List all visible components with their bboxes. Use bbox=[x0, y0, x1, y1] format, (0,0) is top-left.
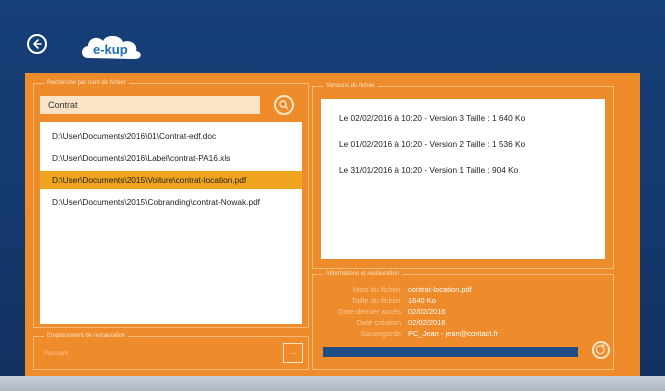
version-item[interactable]: Le 31/01/2016 à 10:20 - Version 1 Taille… bbox=[339, 165, 518, 175]
restore-button[interactable] bbox=[592, 341, 610, 359]
refresh-icon bbox=[595, 343, 605, 355]
info-label: Sauvegarde bbox=[360, 329, 401, 338]
list-item-selected[interactable]: D:\User\Documents\2015\Voiture\contrat-l… bbox=[40, 171, 302, 189]
version-item[interactable]: Le 02/02/2016 à 10:20 - Version 3 Taille… bbox=[339, 113, 525, 123]
version-item[interactable]: Le 01/02/2016 à 10:20 - Version 2 Taille… bbox=[339, 139, 525, 149]
back-button[interactable] bbox=[27, 34, 47, 54]
search-group: Recherche par nom de fichier D:\User\Doc… bbox=[33, 78, 309, 328]
info-group-title: Informations et restauration bbox=[323, 269, 403, 279]
restore-progress-bar bbox=[323, 347, 578, 357]
cloud-logo-icon: e-kup bbox=[82, 35, 141, 59]
list-item[interactable]: D:\User\Documents\2015\Cobranding\contra… bbox=[40, 193, 302, 211]
search-button[interactable] bbox=[274, 95, 294, 115]
file-list: D:\User\Documents\2016\01\Contrat-edf.do… bbox=[40, 122, 302, 324]
info-value: 1640 Ko bbox=[408, 296, 436, 305]
destination-value: Parcourir bbox=[44, 351, 69, 357]
bottom-strip bbox=[0, 376, 665, 391]
info-value: contrat-location.pdf bbox=[408, 285, 472, 294]
list-item[interactable]: D:\User\Documents\2016\Label\contrat-PA1… bbox=[40, 149, 302, 167]
search-group-title: Recherche par nom de fichier bbox=[44, 78, 129, 88]
info-value: PC_Jean - jean@contact.fr bbox=[408, 329, 499, 338]
info-value: 02/02/2016 bbox=[408, 307, 446, 316]
info-label: Date dernier accès bbox=[338, 307, 401, 316]
info-group: Informations et restauration Nom du fich… bbox=[312, 269, 614, 370]
versions-group-title: Versions du fichier bbox=[323, 81, 379, 91]
top-bar: e-kup bbox=[0, 0, 665, 70]
info-value: 02/02/2016 bbox=[408, 318, 446, 327]
info-label: Taille du fichier bbox=[351, 296, 401, 305]
destination-group-title: Emplacement de restauration bbox=[44, 331, 129, 341]
main-panel: Recherche par nom de fichier D:\User\Doc… bbox=[25, 73, 640, 376]
list-item[interactable]: D:\User\Documents\2016\01\Contrat-edf.do… bbox=[40, 127, 302, 145]
info-label: Date création bbox=[356, 318, 401, 327]
info-label: Nom du fichier bbox=[352, 285, 401, 294]
versions-group: Versions du fichier Le 02/02/2016 à 10:2… bbox=[312, 81, 614, 269]
search-icon bbox=[279, 100, 289, 110]
browse-button[interactable]: ... bbox=[283, 343, 303, 363]
versions-list: Le 02/02/2016 à 10:20 - Version 3 Taille… bbox=[321, 99, 605, 259]
destination-group: Emplacement de restauration Parcourir ..… bbox=[33, 331, 309, 370]
svg-text:e-kup: e-kup bbox=[93, 42, 128, 57]
app-logo: e-kup bbox=[78, 30, 146, 64]
search-input[interactable] bbox=[40, 96, 260, 114]
arrow-left-icon bbox=[33, 39, 42, 49]
